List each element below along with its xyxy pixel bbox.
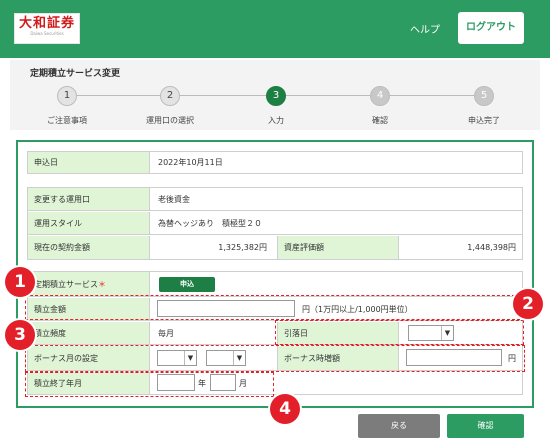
badge-3: 3	[5, 320, 35, 350]
step-3-label: 入力	[268, 116, 284, 125]
application-date-label: 申込日	[28, 152, 150, 173]
step-3-circle: 3	[266, 86, 286, 106]
step-4-label: 確認	[372, 116, 388, 125]
step-1-circle: 1	[57, 86, 77, 106]
eval-value: 1,448,398円	[467, 243, 516, 252]
help-link[interactable]: ヘルプ	[405, 21, 445, 36]
eval-label: 資産評価額	[277, 236, 399, 259]
badge-2: 2	[513, 289, 543, 319]
logo-subtext: Daiwa Securities	[30, 31, 64, 36]
step-2-circle: 2	[160, 86, 180, 106]
header-bar: 大和証券 Daiwa Securities ヘルプ ログアウト	[0, 0, 550, 58]
service-label: 定期積立サービス ＊	[28, 272, 150, 296]
badge-1: 1	[5, 267, 35, 297]
highlight-box-end	[25, 372, 274, 397]
highlight-box-amount	[25, 295, 525, 320]
step-2-label: 運用口の選択	[146, 116, 194, 125]
logout-button[interactable]: ログアウト	[458, 12, 524, 44]
style-label: 運用スタイル	[28, 212, 150, 234]
confirm-button[interactable]: 確認	[447, 414, 524, 438]
highlight-box-bonus	[25, 345, 525, 372]
daiwa-logo[interactable]: 大和証券 Daiwa Securities	[14, 13, 80, 44]
logo-text: 大和証券	[18, 16, 75, 31]
freq-value: 毎月	[158, 328, 174, 338]
step-1-label: ご注意事項	[47, 116, 87, 125]
application-date-value: 2022年10月11日	[158, 158, 223, 167]
contract-value: 1,325,382円	[218, 243, 267, 252]
account-value: 老後資金	[158, 194, 190, 204]
step-5-circle: 5	[474, 86, 494, 106]
apply-button[interactable]: 申込	[159, 277, 215, 292]
highlight-box-withdraw	[275, 320, 524, 345]
required-mark: ＊	[98, 279, 106, 289]
badge-4: 4	[270, 394, 300, 424]
freq-label: 積立頻度	[28, 322, 150, 344]
account-label: 変更する運用口	[28, 188, 150, 210]
page-title: 定期積立サービス変更	[30, 69, 121, 79]
step-5-label: 申込完了	[468, 116, 500, 125]
step-4-circle: 4	[370, 86, 390, 106]
style-value: 為替ヘッジあり 積極型２０	[158, 218, 262, 228]
back-button[interactable]: 戻る	[358, 414, 440, 438]
contract-label: 現在の契約金額	[28, 236, 150, 259]
service-label-text: 定期積立サービス	[34, 279, 98, 289]
